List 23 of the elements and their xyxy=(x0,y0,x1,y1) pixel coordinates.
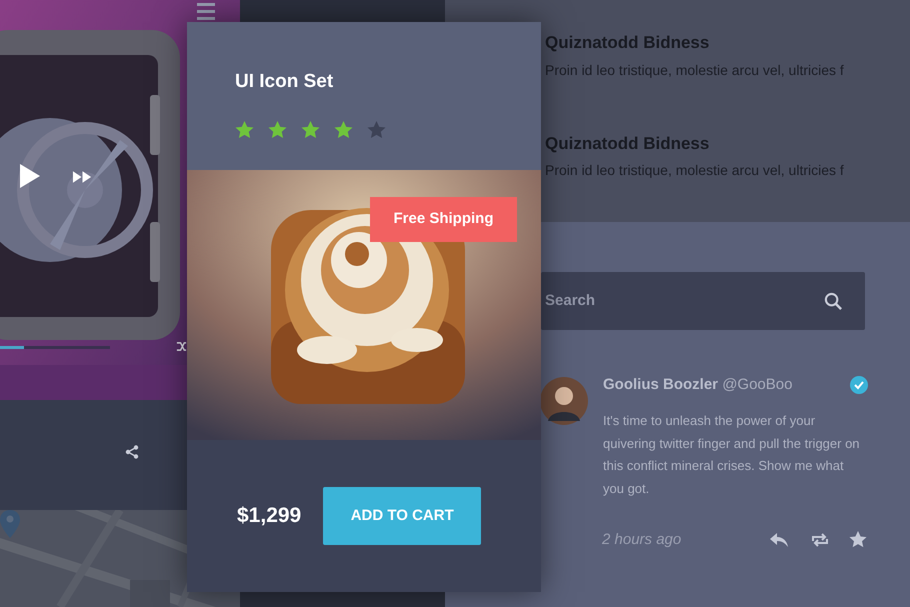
timestamp: 2 hours ago xyxy=(602,530,682,550)
tweet-text: It's time to unleash the power of your quivering twitter finger and pull the trigger on this conflict mineral crises. Show me what you got. xyxy=(603,412,861,498)
search-field[interactable]: Search xyxy=(541,272,865,330)
star-icon[interactable] xyxy=(849,531,867,548)
search-icon[interactable] xyxy=(824,292,843,310)
star-icon xyxy=(367,120,386,138)
repeat-icon[interactable] xyxy=(810,532,830,548)
avatar[interactable] xyxy=(540,377,588,425)
list-item-text: Proin id leo tristique, molestie arcu vel, ultricies f xyxy=(545,60,845,80)
share-icon[interactable] xyxy=(124,444,140,460)
shipping-badge: Free Shipping xyxy=(370,197,517,242)
star-icon xyxy=(301,120,320,138)
list-item-text: Proin id leo tristique, molestie arcu vel, ultricies f xyxy=(545,161,845,180)
reply-icon[interactable] xyxy=(769,532,789,548)
star-icon xyxy=(268,120,287,138)
list-item-title: Quiznatodd Bidness xyxy=(545,132,710,154)
card-title: UI Icon Set xyxy=(235,70,334,94)
tweet-author: Goolius Boozler @GooBoo xyxy=(603,375,792,395)
list-item-title: Quiznatodd Bidness xyxy=(545,32,710,54)
star-icon xyxy=(235,120,254,138)
price: $1,299 xyxy=(237,503,302,530)
add-to-cart-button[interactable]: ADD TO CART xyxy=(323,487,482,545)
star-icon xyxy=(334,120,353,138)
